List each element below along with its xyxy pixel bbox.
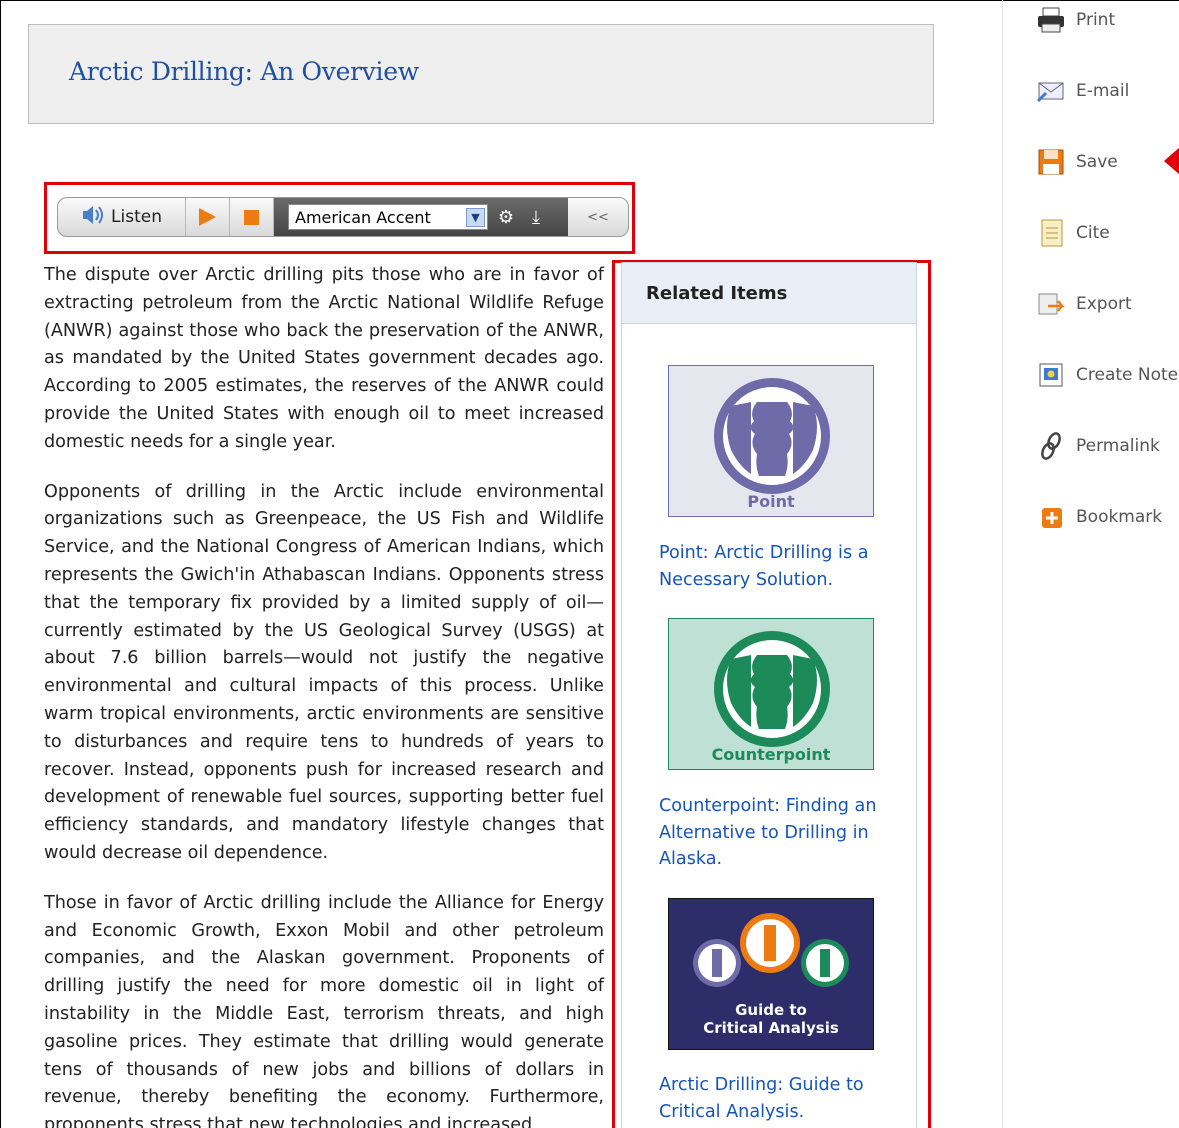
counterpoint-thumbnail-label: Counterpoint bbox=[711, 745, 831, 764]
title-box: Arctic Drilling: An Overview bbox=[28, 24, 934, 124]
play-icon bbox=[199, 208, 216, 226]
download-icon[interactable]: ⤓ bbox=[524, 207, 548, 228]
related-items-panel: Related Items Point Point: Arctic Drilli… bbox=[621, 262, 917, 1128]
listen-toolbar: Listen American Accent ▼ ⚙ ⤓ << bbox=[57, 197, 629, 237]
sidebar-divider bbox=[1002, 0, 1003, 1128]
counterpoint-thumbnail[interactable]: Counterpoint bbox=[668, 618, 874, 770]
play-button[interactable] bbox=[186, 198, 230, 236]
speaker-icon bbox=[81, 204, 107, 231]
plus-icon bbox=[1034, 502, 1068, 532]
email-icon bbox=[1034, 76, 1068, 106]
toolbar-options: American Accent ▼ ⚙ ⤓ bbox=[274, 198, 568, 236]
tool-print[interactable]: Print bbox=[1034, 4, 1115, 36]
tool-label: Bookmark bbox=[1076, 507, 1163, 527]
collapse-glyph: << bbox=[587, 209, 609, 225]
tool-label: Print bbox=[1076, 10, 1116, 30]
related-link-counterpoint[interactable]: Counterpoint: Finding an Alternative to … bbox=[659, 793, 889, 873]
page-title: Arctic Drilling: An Overview bbox=[69, 57, 419, 86]
export-icon bbox=[1034, 289, 1068, 319]
tool-label: E-mail bbox=[1076, 81, 1130, 101]
article-paragraph: Those in favor of Arctic drilling includ… bbox=[44, 892, 604, 1128]
article-paragraph: The dispute over Arctic drilling pits th… bbox=[44, 265, 604, 452]
accent-select[interactable]: American Accent ▼ bbox=[288, 204, 488, 230]
tool-email[interactable]: E-mail bbox=[1034, 75, 1129, 107]
tool-cite[interactable]: Cite bbox=[1034, 217, 1110, 249]
tool-export[interactable]: Export bbox=[1034, 288, 1132, 320]
accent-select-value: American Accent bbox=[295, 207, 431, 227]
listen-button[interactable]: Listen bbox=[58, 198, 186, 236]
tool-label: Create Note bbox=[1076, 365, 1179, 385]
tool-create-note[interactable]: Create Note bbox=[1034, 359, 1178, 391]
tool-label: Permalink bbox=[1076, 436, 1160, 456]
tool-bookmark[interactable]: Bookmark bbox=[1034, 501, 1162, 533]
printer-icon bbox=[1034, 5, 1068, 35]
link-icon bbox=[1034, 431, 1068, 461]
chevron-down-icon[interactable]: ▼ bbox=[466, 208, 485, 227]
tool-label: Export bbox=[1076, 294, 1132, 314]
point-thumbnail[interactable]: Point bbox=[668, 365, 874, 517]
tool-save[interactable]: Save bbox=[1034, 146, 1118, 178]
listen-label: Listen bbox=[111, 207, 162, 227]
related-items-heading: Related Items bbox=[622, 263, 916, 324]
stop-button[interactable] bbox=[230, 198, 274, 236]
article-paragraph: Opponents of drilling in the Arctic incl… bbox=[44, 481, 604, 863]
collapse-toolbar-button[interactable]: << bbox=[568, 210, 628, 225]
note-icon bbox=[1034, 360, 1068, 390]
article-body: The dispute over Arctic drilling pits th… bbox=[44, 262, 604, 1128]
floppy-disk-icon bbox=[1034, 147, 1068, 177]
stop-icon bbox=[244, 209, 259, 225]
guide-thumbnail[interactable]: Guide to Critical Analysis bbox=[668, 898, 874, 1050]
gear-icon[interactable]: ⚙ bbox=[494, 207, 518, 228]
red-arrow-pointer bbox=[1164, 147, 1179, 175]
window-left-border bbox=[0, 0, 1, 1128]
tool-permalink[interactable]: Permalink bbox=[1034, 430, 1160, 462]
tool-label: Save bbox=[1076, 152, 1118, 172]
related-link-guide[interactable]: Arctic Drilling: Guide to Critical Analy… bbox=[659, 1072, 889, 1125]
related-link-point[interactable]: Point: Arctic Drilling is a Necessary So… bbox=[659, 540, 889, 593]
document-icon bbox=[1034, 218, 1068, 248]
point-thumbnail-label: Point bbox=[747, 492, 795, 511]
tool-label: Cite bbox=[1076, 223, 1110, 243]
guide-thumbnail-label: Guide to Critical Analysis bbox=[703, 1001, 839, 1037]
faces-vase-group-icon bbox=[693, 913, 849, 987]
